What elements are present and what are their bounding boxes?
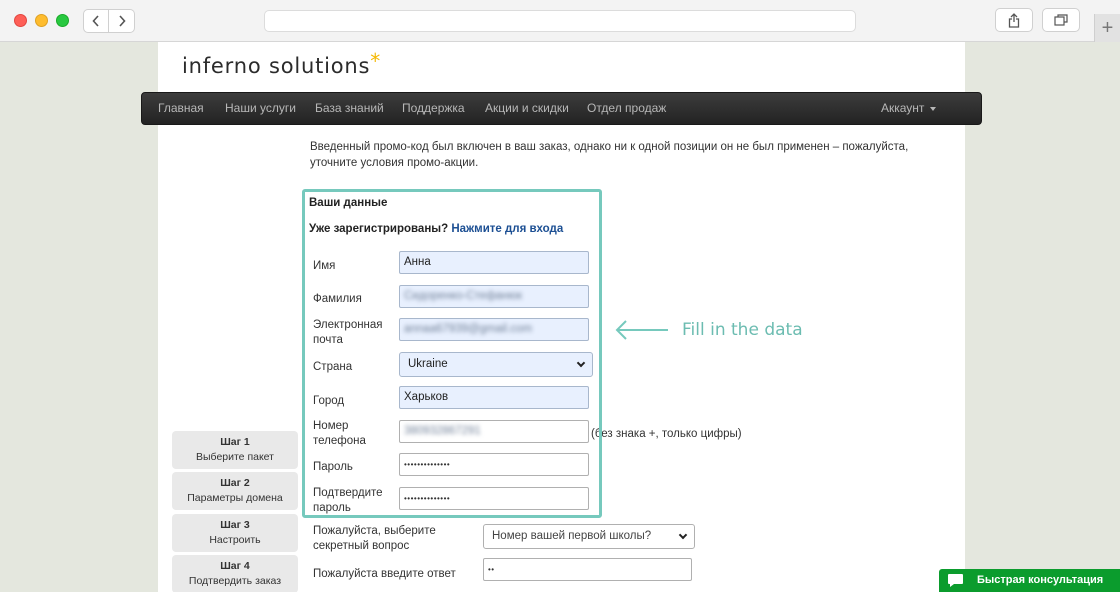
country-select[interactable]: Ukraine	[399, 352, 593, 377]
secret-question-value: Номер вашей первой школы?	[492, 530, 652, 542]
password-confirm-value: ••••••••••••••	[404, 494, 451, 503]
email-label-line2: почта	[313, 334, 343, 346]
email-label: Электронная почта	[313, 318, 383, 348]
address-bar[interactable]	[264, 10, 856, 32]
step-1-subtitle: Выберите пакет	[196, 451, 274, 463]
section-title: Ваши данные	[309, 197, 388, 209]
forward-button[interactable]	[109, 9, 135, 33]
phone-label: Номер телефона	[313, 419, 366, 449]
password-confirm-label-line2: пароль	[313, 502, 351, 514]
nav-item-support[interactable]: Поддержка	[402, 93, 465, 124]
step-1[interactable]: Шаг 1 Выберите пакет	[172, 431, 298, 469]
password-confirm-label-line1: Подтвердите	[313, 487, 383, 499]
close-window-button[interactable]	[14, 14, 27, 27]
step-2-subtitle: Параметры домена	[187, 492, 283, 504]
arrow-left-icon	[615, 320, 668, 340]
city-input[interactable]: Харьков	[399, 386, 589, 409]
step-4-title: Шаг 4	[220, 560, 250, 572]
secret-answer-label: Пожалуйста введите ответ	[313, 568, 456, 580]
nav-item-account[interactable]: Аккаунт	[881, 93, 937, 124]
quick-consultation-button[interactable]: Быстрая консультация	[939, 569, 1120, 592]
password-confirm-label: Подтвердите пароль	[313, 486, 383, 516]
first-name-label: Имя	[313, 260, 336, 272]
step-1-title: Шаг 1	[220, 436, 250, 448]
promo-notice: Введенный промо-код был включен в ваш за…	[310, 141, 909, 169]
annotation-label: Fill in the data	[682, 320, 803, 340]
secret-question-select[interactable]: Номер вашей первой школы?	[483, 524, 695, 549]
nav-item-knowledge-base[interactable]: База знаний	[315, 93, 384, 124]
main-navigation: Главная Наши услуги База знаний Поддержк…	[141, 92, 982, 125]
password-value: ••••••••••••••	[404, 460, 451, 469]
last-name-input[interactable]: Сидоренко-Стефанюк	[399, 285, 589, 308]
secret-question-label-line1: Пожалуйста, выберите	[313, 525, 436, 537]
phone-input[interactable]: 380932867291	[399, 420, 589, 443]
tab-overview-button[interactable]	[1042, 8, 1080, 32]
nav-item-sales[interactable]: Отдел продаж	[587, 93, 666, 124]
country-label: Страна	[313, 361, 353, 373]
minimize-window-button[interactable]	[35, 14, 48, 27]
step-2[interactable]: Шаг 2 Параметры домена	[172, 472, 298, 510]
already-registered-text: Уже зарегистрированы? Нажмите для входа	[309, 223, 563, 235]
chat-bubble-icon	[948, 574, 963, 587]
site-logo[interactable]: inferno solutions*	[182, 49, 381, 78]
login-link[interactable]: Нажмите для входа	[451, 223, 563, 235]
browser-toolbar: +	[0, 0, 1120, 42]
nav-item-services[interactable]: Наши услуги	[225, 93, 296, 124]
phone-value: 380932867291	[404, 425, 481, 437]
share-button[interactable]	[995, 8, 1033, 32]
step-3-title: Шаг 3	[220, 519, 250, 531]
page-content: inferno solutions* Главная Наши услуги Б…	[141, 42, 982, 592]
first-name-input[interactable]: Анна	[399, 251, 589, 274]
secret-answer-value: ••	[488, 565, 495, 574]
password-input[interactable]: ••••••••••••••	[399, 453, 589, 476]
logo-text: inferno solutions	[182, 54, 371, 78]
phone-hint: (без знака +, только цифры)	[591, 428, 742, 440]
plus-icon: +	[1101, 16, 1114, 39]
email-value: annaa67939@gmail.com	[404, 323, 533, 335]
secret-question-label: Пожалуйста, выберите секретный вопрос	[313, 524, 436, 554]
last-name-value: Сидоренко-Стефанюк	[404, 290, 523, 302]
share-icon	[1008, 12, 1020, 28]
logo-star-icon: *	[370, 49, 382, 73]
country-value: Ukraine	[408, 358, 448, 370]
chevron-down-icon	[576, 358, 586, 368]
step-4-subtitle: Подтвердить заказ	[188, 575, 282, 587]
tabs-icon	[1054, 14, 1068, 26]
quick-consultation-label: Быстрая консультация	[977, 574, 1104, 586]
email-input[interactable]: annaa67939@gmail.com	[399, 318, 589, 341]
email-label-line1: Электронная	[313, 319, 383, 331]
city-label: Город	[313, 395, 345, 407]
chevron-down-icon	[678, 530, 688, 540]
step-4[interactable]: Шаг 4 Подтвердить заказ	[172, 555, 298, 592]
account-label: Аккаунт	[881, 101, 925, 115]
chevron-right-icon	[118, 15, 126, 27]
chevron-left-icon	[92, 15, 99, 27]
nav-item-home[interactable]: Главная	[158, 93, 204, 124]
back-button[interactable]	[83, 9, 109, 33]
password-label: Пароль	[313, 461, 353, 473]
password-confirm-input[interactable]: ••••••••••••••	[399, 487, 589, 510]
phone-label-line1: Номер	[313, 420, 349, 432]
step-3[interactable]: Шаг 3 Настроить	[172, 514, 298, 552]
step-2-title: Шаг 2	[220, 477, 250, 489]
caret-down-icon	[930, 106, 937, 111]
nav-item-promotions[interactable]: Акции и скидки	[485, 93, 569, 124]
new-tab-button[interactable]: +	[1094, 14, 1120, 42]
step-3-subtitle: Настроить	[209, 534, 261, 546]
secret-answer-input[interactable]: ••	[483, 558, 692, 581]
phone-label-line2: телефона	[313, 435, 366, 447]
zoom-window-button[interactable]	[56, 14, 69, 27]
already-registered-label: Уже зарегистрированы?	[309, 223, 449, 235]
last-name-label: Фамилия	[313, 293, 362, 305]
secret-question-label-line2: секретный вопрос	[313, 540, 410, 552]
